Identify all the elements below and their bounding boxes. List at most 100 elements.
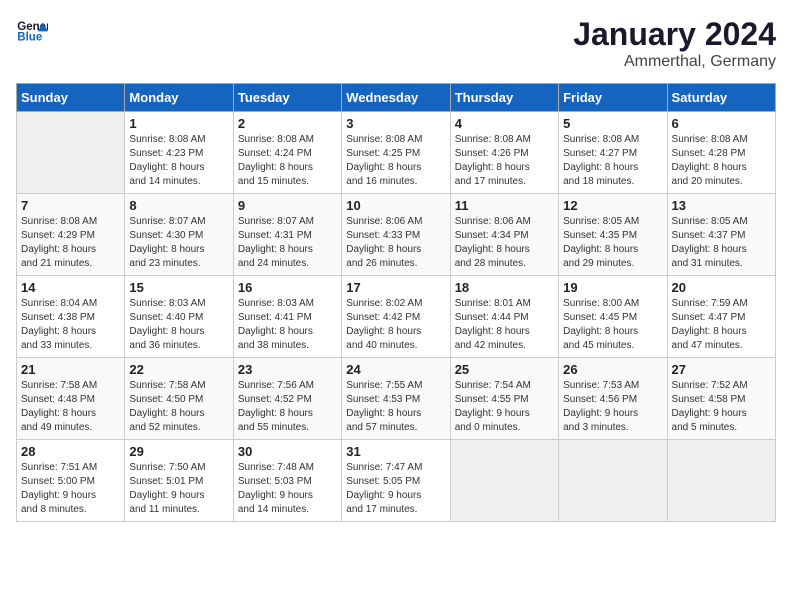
- page-header: General Blue January 2024 Ammerthal, Ger…: [16, 16, 776, 71]
- page-subtitle: Ammerthal, Germany: [573, 53, 776, 71]
- calendar-cell: 3 Sunrise: 8:08 AM Sunset: 4:25 PM Daylig…: [342, 112, 450, 194]
- day-info: Sunrise: 8:03 AM Sunset: 4:40 PM Dayligh…: [129, 297, 228, 353]
- day-number: 31: [346, 444, 445, 459]
- calendar-cell: 27 Sunrise: 7:52 AM Sunset: 4:58 PM Dayli…: [667, 358, 775, 440]
- day-info: Sunrise: 8:08 AM Sunset: 4:25 PM Dayligh…: [346, 133, 445, 189]
- day-info: Sunrise: 8:00 AM Sunset: 4:45 PM Dayligh…: [563, 297, 662, 353]
- day-info: Sunrise: 7:54 AM Sunset: 4:55 PM Dayligh…: [455, 379, 554, 435]
- day-number: 6: [672, 116, 771, 131]
- day-number: 14: [21, 280, 120, 295]
- calendar-cell: 6 Sunrise: 8:08 AM Sunset: 4:28 PM Daylig…: [667, 112, 775, 194]
- col-header-friday: Friday: [559, 84, 667, 112]
- day-info: Sunrise: 7:59 AM Sunset: 4:47 PM Dayligh…: [672, 297, 771, 353]
- day-number: 26: [563, 362, 662, 377]
- day-number: 20: [672, 280, 771, 295]
- day-number: 17: [346, 280, 445, 295]
- day-number: 23: [238, 362, 337, 377]
- day-info: Sunrise: 8:05 AM Sunset: 4:35 PM Dayligh…: [563, 215, 662, 271]
- day-number: 25: [455, 362, 554, 377]
- calendar-cell: 9 Sunrise: 8:07 AM Sunset: 4:31 PM Daylig…: [233, 194, 341, 276]
- calendar-cell: 8Sunrise: 8:07 AM Sunset: 4:30 PM Daylig…: [125, 194, 233, 276]
- calendar-cell: 12Sunrise: 8:05 AM Sunset: 4:35 PM Dayli…: [559, 194, 667, 276]
- day-info: Sunrise: 8:05 AM Sunset: 4:37 PM Dayligh…: [672, 215, 771, 271]
- calendar-cell: 10 Sunrise: 8:06 AM Sunset: 4:33 PM Dayli…: [342, 194, 450, 276]
- day-info: Sunrise: 8:08 AM Sunset: 4:28 PM Dayligh…: [672, 133, 771, 189]
- day-number: 13: [672, 198, 771, 213]
- svg-text:Blue: Blue: [17, 31, 43, 43]
- day-number: 21: [21, 362, 120, 377]
- calendar-cell: 14 Sunrise: 8:04 AM Sunset: 4:38 PM Dayli…: [17, 276, 125, 358]
- calendar-cell: 19 Sunrise: 8:00 AM Sunset: 4:45 PM Dayli…: [559, 276, 667, 358]
- col-header-thursday: Thursday: [450, 84, 558, 112]
- day-info: Sunrise: 7:52 AM Sunset: 4:58 PM Dayligh…: [672, 379, 771, 435]
- calendar-cell: 20 Sunrise: 7:59 AM Sunset: 4:47 PM Dayli…: [667, 276, 775, 358]
- logo-icon: General Blue: [16, 16, 48, 48]
- calendar-cell: 31 Sunrise: 7:47 AM Sunset: 5:05 PM Dayli…: [342, 440, 450, 522]
- day-number: 29: [129, 444, 228, 459]
- calendar-cell: [559, 440, 667, 522]
- col-header-tuesday: Tuesday: [233, 84, 341, 112]
- calendar-cell: 25 Sunrise: 7:54 AM Sunset: 4:55 PM Dayli…: [450, 358, 558, 440]
- page-title: January 2024: [573, 16, 776, 53]
- day-info: Sunrise: 8:06 AM Sunset: 4:33 PM Dayligh…: [346, 215, 445, 271]
- calendar-cell: 28Sunrise: 7:51 AM Sunset: 5:00 PM Dayli…: [17, 440, 125, 522]
- calendar-cell: 26 Sunrise: 7:53 AM Sunset: 4:56 PM Dayli…: [559, 358, 667, 440]
- col-header-saturday: Saturday: [667, 84, 775, 112]
- calendar-cell: 2 Sunrise: 8:08 AM Sunset: 4:24 PM Daylig…: [233, 112, 341, 194]
- day-number: 27: [672, 362, 771, 377]
- day-info: Sunrise: 7:58 AM Sunset: 4:50 PM Dayligh…: [129, 379, 228, 435]
- col-header-monday: Monday: [125, 84, 233, 112]
- day-number: 22: [129, 362, 228, 377]
- day-number: 5: [563, 116, 662, 131]
- day-number: 3: [346, 116, 445, 131]
- day-info: Sunrise: 8:08 AM Sunset: 4:24 PM Dayligh…: [238, 133, 337, 189]
- day-number: 10: [346, 198, 445, 213]
- calendar-cell: 4Sunrise: 8:08 AM Sunset: 4:26 PM Daylig…: [450, 112, 558, 194]
- calendar-cell: 13 Sunrise: 8:05 AM Sunset: 4:37 PM Dayli…: [667, 194, 775, 276]
- calendar-cell: 29Sunrise: 7:50 AM Sunset: 5:01 PM Dayli…: [125, 440, 233, 522]
- day-number: 4: [455, 116, 554, 131]
- day-number: 7: [21, 198, 120, 213]
- calendar-cell: [450, 440, 558, 522]
- day-info: Sunrise: 7:55 AM Sunset: 4:53 PM Dayligh…: [346, 379, 445, 435]
- calendar-cell: 15 Sunrise: 8:03 AM Sunset: 4:40 PM Dayli…: [125, 276, 233, 358]
- day-number: 30: [238, 444, 337, 459]
- day-info: Sunrise: 8:02 AM Sunset: 4:42 PM Dayligh…: [346, 297, 445, 353]
- day-number: 19: [563, 280, 662, 295]
- day-info: Sunrise: 7:56 AM Sunset: 4:52 PM Dayligh…: [238, 379, 337, 435]
- calendar-cell: 24 Sunrise: 7:55 AM Sunset: 4:53 PM Dayli…: [342, 358, 450, 440]
- day-info: Sunrise: 8:04 AM Sunset: 4:38 PM Dayligh…: [21, 297, 120, 353]
- day-info: Sunrise: 7:47 AM Sunset: 5:05 PM Dayligh…: [346, 461, 445, 517]
- calendar-cell: 17 Sunrise: 8:02 AM Sunset: 4:42 PM Dayli…: [342, 276, 450, 358]
- calendar-cell: [17, 112, 125, 194]
- calendar-cell: 5Sunrise: 8:08 AM Sunset: 4:27 PM Daylig…: [559, 112, 667, 194]
- calendar-cell: 30 Sunrise: 7:48 AM Sunset: 5:03 PM Dayli…: [233, 440, 341, 522]
- day-number: 2: [238, 116, 337, 131]
- calendar-cell: 16Sunrise: 8:03 AM Sunset: 4:41 PM Dayli…: [233, 276, 341, 358]
- logo: General Blue: [16, 16, 52, 48]
- col-header-wednesday: Wednesday: [342, 84, 450, 112]
- day-info: Sunrise: 8:06 AM Sunset: 4:34 PM Dayligh…: [455, 215, 554, 271]
- calendar-cell: 21 Sunrise: 7:58 AM Sunset: 4:48 PM Dayli…: [17, 358, 125, 440]
- day-number: 15: [129, 280, 228, 295]
- calendar-cell: 23 Sunrise: 7:56 AM Sunset: 4:52 PM Dayli…: [233, 358, 341, 440]
- day-info: Sunrise: 7:53 AM Sunset: 4:56 PM Dayligh…: [563, 379, 662, 435]
- day-number: 18: [455, 280, 554, 295]
- day-number: 11: [455, 198, 554, 213]
- calendar-cell: 18 Sunrise: 8:01 AM Sunset: 4:44 PM Dayli…: [450, 276, 558, 358]
- calendar-cell: 11 Sunrise: 8:06 AM Sunset: 4:34 PM Dayli…: [450, 194, 558, 276]
- day-number: 24: [346, 362, 445, 377]
- col-header-sunday: Sunday: [17, 84, 125, 112]
- day-info: Sunrise: 7:51 AM Sunset: 5:00 PM Dayligh…: [21, 461, 120, 517]
- title-block: January 2024 Ammerthal, Germany: [573, 16, 776, 71]
- calendar-table: SundayMondayTuesdayWednesdayThursdayFrid…: [16, 83, 776, 522]
- day-info: Sunrise: 7:58 AM Sunset: 4:48 PM Dayligh…: [21, 379, 120, 435]
- day-info: Sunrise: 8:01 AM Sunset: 4:44 PM Dayligh…: [455, 297, 554, 353]
- day-info: Sunrise: 8:08 AM Sunset: 4:29 PM Dayligh…: [21, 215, 120, 271]
- day-info: Sunrise: 7:48 AM Sunset: 5:03 PM Dayligh…: [238, 461, 337, 517]
- calendar-cell: [667, 440, 775, 522]
- calendar-cell: 22 Sunrise: 7:58 AM Sunset: 4:50 PM Dayli…: [125, 358, 233, 440]
- calendar-cell: 1Sunrise: 8:08 AM Sunset: 4:23 PM Daylig…: [125, 112, 233, 194]
- day-number: 9: [238, 198, 337, 213]
- day-info: Sunrise: 8:07 AM Sunset: 4:31 PM Dayligh…: [238, 215, 337, 271]
